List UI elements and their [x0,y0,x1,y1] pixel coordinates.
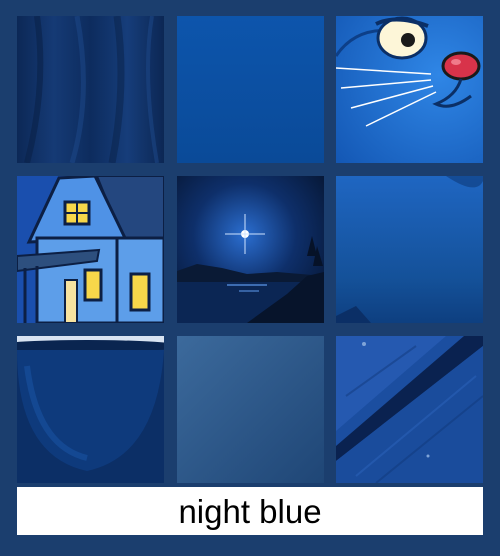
moonlit-lake-image [177,176,324,323]
dusk-sky-image [336,176,483,323]
swatch-fabric [17,16,164,163]
swatch-moonlit-lake [177,176,324,323]
swatch-solid-blue [177,16,324,163]
fabric-drape-image [17,16,164,163]
wood-planks-image [336,336,483,483]
palette-name-label: night blue [17,487,483,535]
cartoon-cat-face-image [336,16,483,163]
matte-gradient-image [177,336,324,483]
solid-blue-image [177,16,324,163]
swatch-wood [336,336,483,483]
swatch-dusk-sky [336,176,483,323]
swatch-cat [336,16,483,163]
swatch-matte [177,336,324,483]
swatch-house [17,176,164,323]
cartoon-house-night-image [17,176,164,323]
ceramic-bowl-image [17,336,164,483]
swatch-bowl [17,336,164,483]
